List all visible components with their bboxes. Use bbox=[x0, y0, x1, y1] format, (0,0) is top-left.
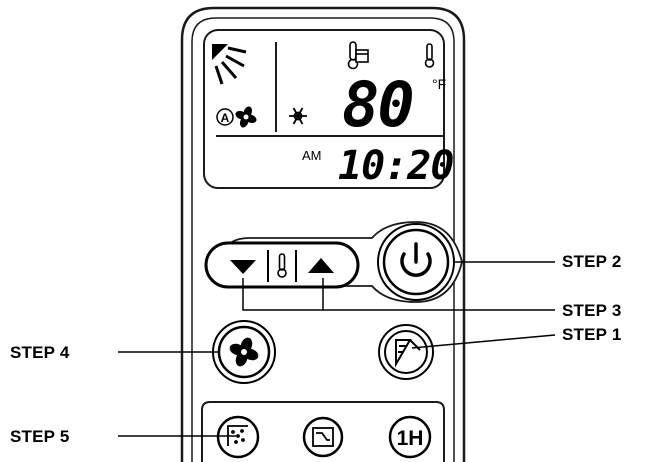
step2-label: STEP 2 bbox=[562, 252, 622, 271]
mode-button[interactable] bbox=[378, 324, 434, 380]
step5-label: STEP 5 bbox=[10, 427, 70, 446]
schedule-button[interactable] bbox=[302, 416, 344, 458]
lcd-temperature: 80 bbox=[342, 68, 413, 141]
timer-label: 1H bbox=[397, 427, 424, 450]
lcd-unit: °F bbox=[432, 76, 446, 92]
lcd-time: 10:20 bbox=[338, 143, 453, 189]
temperature-rocker-button[interactable] bbox=[204, 241, 360, 289]
step1-label: STEP 1 bbox=[562, 325, 622, 344]
remote-diagram: A 80 °F AM 10:20 1H bbox=[118, 6, 556, 462]
svg-text:A: A bbox=[221, 111, 230, 125]
step4-label: STEP 4 bbox=[10, 343, 70, 362]
step3-label: STEP 3 bbox=[562, 301, 622, 320]
lcd-am-pm: AM bbox=[302, 148, 322, 163]
